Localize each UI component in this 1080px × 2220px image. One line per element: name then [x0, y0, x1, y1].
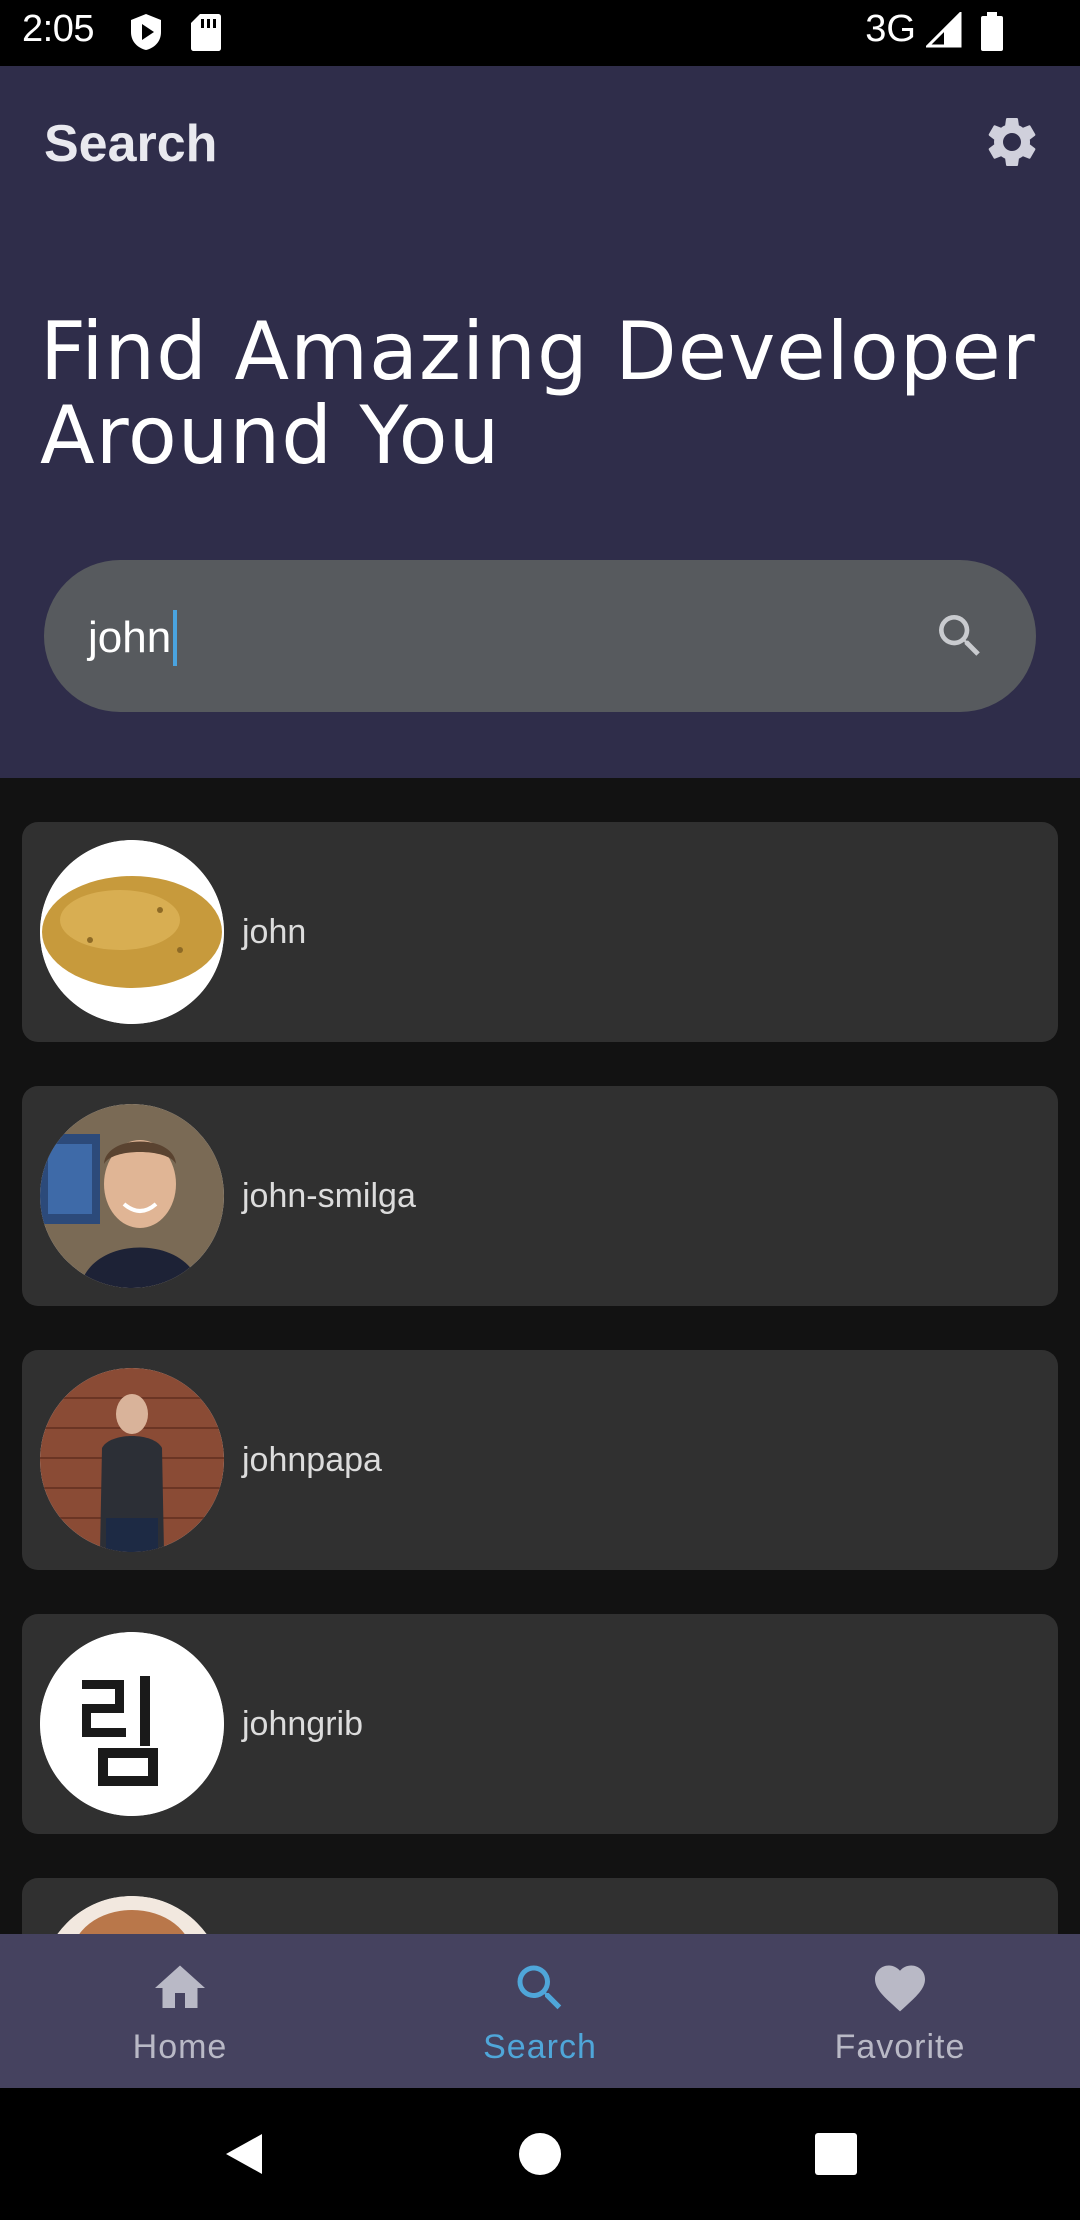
network-type: 3G — [865, 8, 916, 50]
signal-icon — [926, 12, 962, 48]
avatar — [40, 1896, 224, 1934]
search-field[interactable]: john — [44, 560, 1036, 712]
man-smiling-avatar-image — [40, 1104, 224, 1288]
list-item[interactable]: johnpapa — [22, 1350, 1058, 1570]
avatar — [40, 1632, 224, 1816]
nav-label: Search — [483, 2028, 597, 2066]
search-input-value: john — [88, 613, 172, 662]
headline-line-2: Around You — [40, 389, 501, 482]
list-item[interactable]: john — [22, 822, 1058, 1042]
status-bar: 2:05 3G — [0, 0, 1080, 66]
list-item[interactable] — [22, 1878, 1058, 1934]
list-item[interactable]: johngrib — [22, 1614, 1058, 1834]
recents-square-icon[interactable] — [812, 2130, 860, 2178]
man-brick-wall-avatar-image — [40, 1368, 224, 1552]
nav-label: Favorite — [834, 2028, 966, 2066]
nav-item-search[interactable]: Search — [360, 1934, 720, 2088]
user-login: johngrib — [242, 1704, 363, 1743]
bottom-navigation: Home Search Favorite — [0, 1934, 1080, 2088]
search-icon[interactable] — [932, 608, 988, 664]
headline: Find Amazing Developer Around You — [40, 310, 1040, 478]
home-icon — [155, 1965, 205, 2008]
sd-card-icon — [191, 14, 221, 51]
user-login: johnpapa — [242, 1440, 382, 1479]
avatar — [40, 840, 224, 1024]
avatar — [40, 1104, 224, 1288]
search-header: Search Find Amazing Developer Around You… — [0, 66, 1080, 778]
search-icon — [517, 1965, 562, 2010]
battery-icon — [981, 12, 1003, 51]
list-item[interactable]: john-smilga — [22, 1086, 1058, 1306]
status-time: 2:05 — [22, 8, 94, 50]
search-input[interactable]: john — [88, 610, 178, 666]
nav-item-favorite[interactable]: Favorite — [720, 1934, 1080, 2088]
back-icon[interactable] — [220, 2130, 268, 2178]
user-login: john-smilga — [242, 1176, 416, 1215]
results-list[interactable]: john john-smilga johnpapa johngrib — [0, 778, 1080, 1934]
system-navigation-bar — [0, 2088, 1080, 2220]
potato-avatar-image — [40, 840, 224, 1024]
heart-icon — [875, 1965, 925, 2012]
user-login: john — [242, 912, 307, 951]
nav-label: Home — [132, 2028, 228, 2066]
hangul-glyph-avatar-image — [40, 1632, 224, 1816]
settings-gear-icon[interactable] — [982, 112, 1042, 172]
headline-line-1: Find Amazing Developer — [40, 305, 1036, 398]
home-circle-icon[interactable] — [516, 2130, 564, 2178]
nav-item-home[interactable]: Home — [0, 1934, 360, 2088]
partial-person-avatar-image — [40, 1896, 224, 1934]
play-protect-icon — [131, 14, 161, 50]
page-title: Search — [44, 115, 218, 173]
avatar — [40, 1368, 224, 1552]
text-cursor — [173, 610, 178, 666]
